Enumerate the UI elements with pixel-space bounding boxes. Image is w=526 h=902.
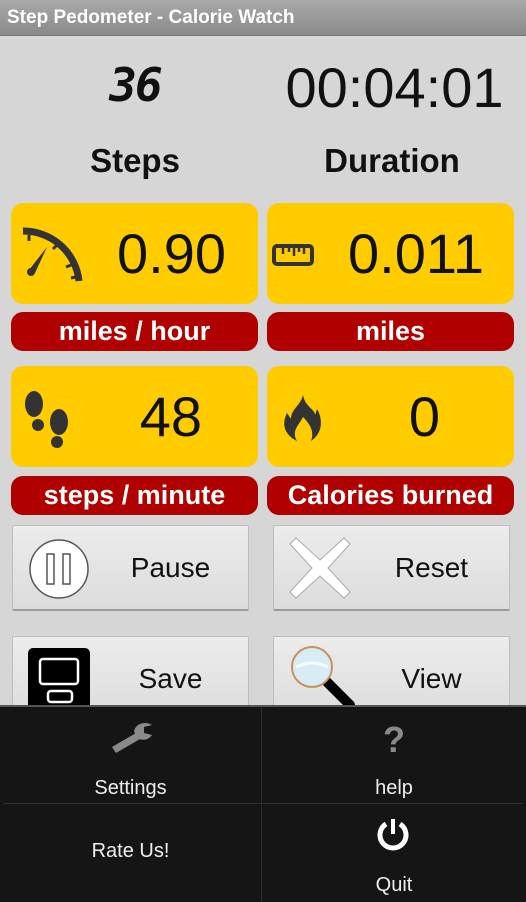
quit-label: Quit (375, 874, 413, 896)
menu-item-rate-us[interactable]: Rate Us! (0, 804, 261, 902)
flame-icon (281, 393, 323, 448)
rate-us-label: Rate Us! (91, 840, 170, 862)
menu-item-quit[interactable]: Quit (262, 804, 526, 902)
pause-button[interactable]: Pause (12, 525, 249, 611)
speed-tile: 0.90 (11, 203, 258, 304)
close-icon (288, 536, 352, 605)
cadence-unit-label: steps / minute (11, 476, 258, 515)
calories-value: 0 (408, 385, 440, 448)
speed-value: 0.90 (117, 222, 226, 285)
speedometer-icon (19, 225, 85, 292)
help-icon: ? (383, 719, 405, 760)
pause-label: Pause (130, 552, 211, 583)
calories-tile: 0 (267, 366, 514, 467)
reset-button[interactable]: Reset (273, 525, 510, 611)
reset-label: Reset (394, 552, 469, 583)
calories-unit-label: Calories burned (267, 476, 514, 515)
steps-count: 36 (109, 58, 162, 112)
duration-timer: 00:04:01 (285, 56, 504, 119)
speed-unit-label: miles / hour (11, 312, 258, 351)
pause-icon (28, 538, 90, 605)
menu-item-help[interactable]: ? help (262, 707, 526, 803)
distance-unit-label: miles (267, 312, 514, 351)
duration-label: Duration (324, 142, 460, 179)
footprints-icon (23, 390, 73, 455)
app-title-bar: Step Pedometer - Calorie Watch (0, 0, 526, 36)
menu-item-settings[interactable]: Settings (0, 707, 261, 803)
app-title: Step Pedometer - Calorie Watch (7, 7, 295, 28)
help-label: help (375, 777, 413, 799)
options-menu: Settings ? help Rate Us! Quit (0, 705, 526, 902)
wrench-icon (110, 721, 154, 759)
distance-tile: 0.011 (267, 203, 514, 304)
steps-label: Steps (90, 142, 180, 179)
cadence-tile: 48 (11, 366, 258, 467)
distance-value: 0.011 (348, 222, 484, 285)
settings-label: Settings (94, 777, 167, 799)
ruler-icon (272, 243, 314, 272)
cadence-value: 48 (139, 385, 202, 448)
power-icon (376, 818, 410, 858)
